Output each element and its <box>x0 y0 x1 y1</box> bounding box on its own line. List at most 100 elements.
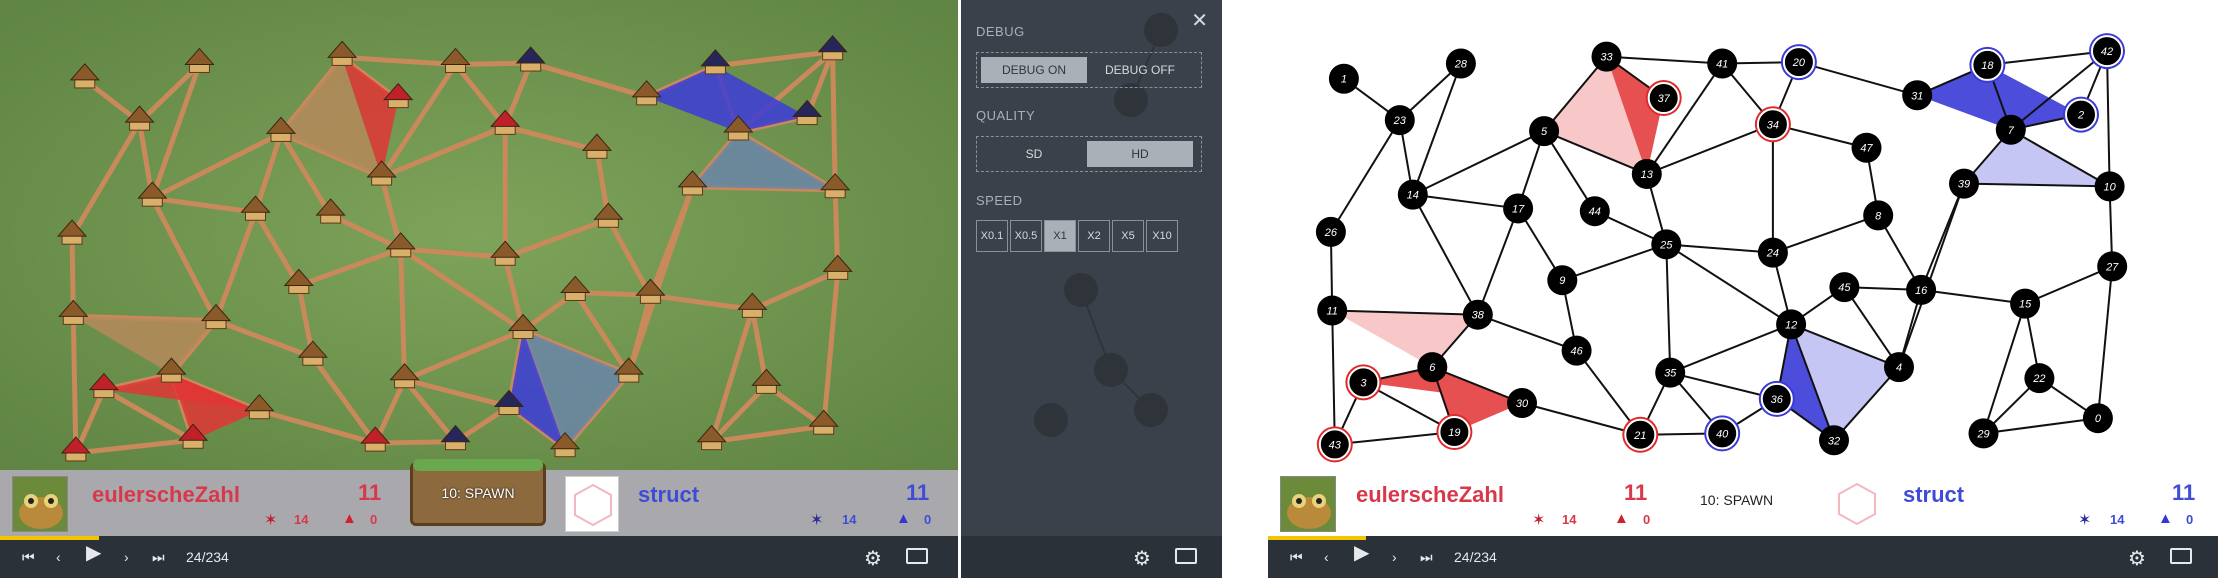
graph-node-35[interactable]: 35 <box>1655 357 1686 388</box>
play-icon-right[interactable]: ▶ <box>1354 543 1369 563</box>
player-left-score-debug: 11 <box>1624 480 1648 505</box>
rewind-start-icon-right[interactable]: ⏮ <box>1290 549 1303 565</box>
graph-node-29[interactable]: 29 <box>1968 418 1999 449</box>
graph-node-16[interactable]: 16 <box>1906 274 1937 305</box>
graph-node-26[interactable]: 26 <box>1315 216 1346 247</box>
graph-node-9[interactable]: 9 <box>1547 265 1578 296</box>
graph-node-45[interactable]: 45 <box>1829 272 1860 303</box>
graph-node-12[interactable]: 12 <box>1776 309 1807 340</box>
graph-node-18[interactable]: 18 <box>1969 46 2006 83</box>
graph-node-3[interactable]: 3 <box>1345 364 1382 401</box>
graph-edge <box>1987 50 2108 66</box>
speed-button-0[interactable]: X0.1 <box>976 220 1008 252</box>
graph-node-30[interactable]: 30 <box>1507 388 1537 419</box>
graph-edge <box>1920 288 2026 305</box>
graph-node-21[interactable]: 21 <box>1622 416 1659 453</box>
graph-node-41[interactable]: 41 <box>1707 48 1738 79</box>
debug-toggle-group: DEBUG ON DEBUG OFF <box>976 52 1202 88</box>
graph-node-22[interactable]: 22 <box>2024 363 2055 394</box>
turn-signboard: 10: SPAWN <box>410 459 546 526</box>
play-icon[interactable]: ▶ <box>86 543 101 563</box>
forward-end-icon[interactable]: ⏭ <box>152 549 165 565</box>
graph-node-0[interactable]: 0 <box>2082 403 2113 434</box>
step-forward-icon[interactable]: › <box>124 549 129 565</box>
node-label: 37 <box>1658 93 1671 105</box>
node-label: 38 <box>1472 310 1485 322</box>
graph-node-17[interactable]: 17 <box>1503 193 1534 224</box>
graph-node-33[interactable]: 33 <box>1591 41 1622 72</box>
node-label: 8 <box>1875 210 1882 222</box>
progress-bar-right[interactable] <box>1268 536 1366 540</box>
fullscreen-icon[interactable] <box>906 548 928 564</box>
graph-node-34[interactable]: 34 <box>1754 106 1791 143</box>
speed-button-4[interactable]: X5 <box>1112 220 1144 252</box>
quality-sd-button[interactable]: SD <box>981 141 1087 167</box>
graph-node-32[interactable]: 32 <box>1819 425 1849 456</box>
settings-gear-icon-panel[interactable]: ⚙ <box>1133 546 1151 571</box>
graph-node-27[interactable]: 27 <box>2097 251 2128 282</box>
graph-node-8[interactable]: 8 <box>1863 200 1894 231</box>
graph-node-25[interactable]: 25 <box>1651 229 1682 260</box>
node-label: 32 <box>1828 435 1840 447</box>
node-label: 45 <box>1838 282 1851 294</box>
graph-node-46[interactable]: 46 <box>1561 335 1592 366</box>
graph-node-2[interactable]: 2 <box>2063 96 2099 133</box>
graph-node-42[interactable]: 42 <box>2089 33 2125 70</box>
node-label: 33 <box>1600 52 1613 64</box>
node-label: 26 <box>1324 227 1338 239</box>
graph-node-19[interactable]: 19 <box>1436 414 1473 450</box>
graph-node-23[interactable]: 23 <box>1384 105 1415 136</box>
graph-node-7[interactable]: 7 <box>1995 114 2026 145</box>
graph-node-37[interactable]: 37 <box>1645 80 1682 117</box>
graph-node-40[interactable]: 40 <box>1704 415 1741 452</box>
player-right-name-debug: struct <box>1903 482 1965 507</box>
graph-node-43[interactable]: 43 <box>1316 426 1353 463</box>
speed-button-1[interactable]: X0.5 <box>1010 220 1042 252</box>
debug-section-title: DEBUG <box>976 24 1025 39</box>
step-back-icon[interactable]: ‹ <box>56 549 61 565</box>
node-label: 19 <box>1448 427 1460 439</box>
rewind-start-icon[interactable]: ⏮ <box>22 549 35 565</box>
close-icon[interactable]: ✕ <box>1191 8 1208 33</box>
graph-node-4[interactable]: 4 <box>1884 352 1914 383</box>
graph-node-13[interactable]: 13 <box>1631 158 1662 189</box>
graph-node-44[interactable]: 44 <box>1579 196 1610 227</box>
speed-button-3[interactable]: X2 <box>1078 220 1110 252</box>
speed-button-5[interactable]: X10 <box>1146 220 1178 252</box>
player-right-score-debug: 11 <box>2172 480 2196 505</box>
settings-gear-icon[interactable]: ⚙ <box>864 546 882 571</box>
player-right-ships-debug: 0 <box>2186 512 2194 527</box>
quality-hd-button[interactable]: HD <box>1087 141 1193 167</box>
playback-controls-left: ⏮ ‹ ▶ › ⏭ 24/234 ⚙ <box>0 536 958 578</box>
graph-node-28[interactable]: 28 <box>1445 48 1476 79</box>
forward-end-icon-right[interactable]: ⏭ <box>1420 549 1433 565</box>
graph-node-6[interactable]: 6 <box>1417 352 1448 383</box>
graph-node-10[interactable]: 10 <box>2094 171 2125 202</box>
progress-bar-left[interactable] <box>0 536 99 540</box>
graph-node-5[interactable]: 5 <box>1529 116 1560 147</box>
fullscreen-icon-panel[interactable] <box>1175 548 1197 564</box>
step-forward-icon-right[interactable]: › <box>1392 549 1397 565</box>
graph-node-36[interactable]: 36 <box>1758 380 1795 417</box>
graph-node-47[interactable]: 47 <box>1851 132 1882 163</box>
graph-node-15[interactable]: 15 <box>2010 288 2041 319</box>
graph-node-24[interactable]: 24 <box>1757 237 1788 268</box>
debug-off-button[interactable]: DEBUG OFF <box>1087 57 1193 83</box>
graph-node-1[interactable]: 1 <box>1328 63 1359 94</box>
player-left-score: 11 <box>358 480 382 505</box>
graph-node-20[interactable]: 20 <box>1780 44 1817 81</box>
graph-node-14[interactable]: 14 <box>1397 179 1428 210</box>
speed-button-2[interactable]: X1 <box>1044 220 1076 252</box>
graph-node-11[interactable]: 11 <box>1317 295 1348 326</box>
game-view-right: 1 28 23 33 41 20 18 42 37 31 2 7 34 5 47 13 14 39 10 17 44 26… <box>1268 0 2218 578</box>
quality-toggle-group: SD HD <box>976 136 1202 172</box>
speed-section-title: SPEED <box>976 193 1023 208</box>
graph-node-38[interactable]: 38 <box>1462 299 1493 330</box>
graph-node-31[interactable]: 31 <box>1902 80 1933 111</box>
step-back-icon-right[interactable]: ‹ <box>1324 549 1329 565</box>
debug-on-button[interactable]: DEBUG ON <box>981 57 1087 83</box>
graph-node-39[interactable]: 39 <box>1949 168 1979 199</box>
playback-controls-right: ⏮ ‹ ▶ › ⏭ 24/234 ⚙ <box>1268 536 2218 578</box>
fullscreen-icon-right[interactable] <box>2170 548 2192 564</box>
settings-gear-icon-right[interactable]: ⚙ <box>2128 546 2146 571</box>
